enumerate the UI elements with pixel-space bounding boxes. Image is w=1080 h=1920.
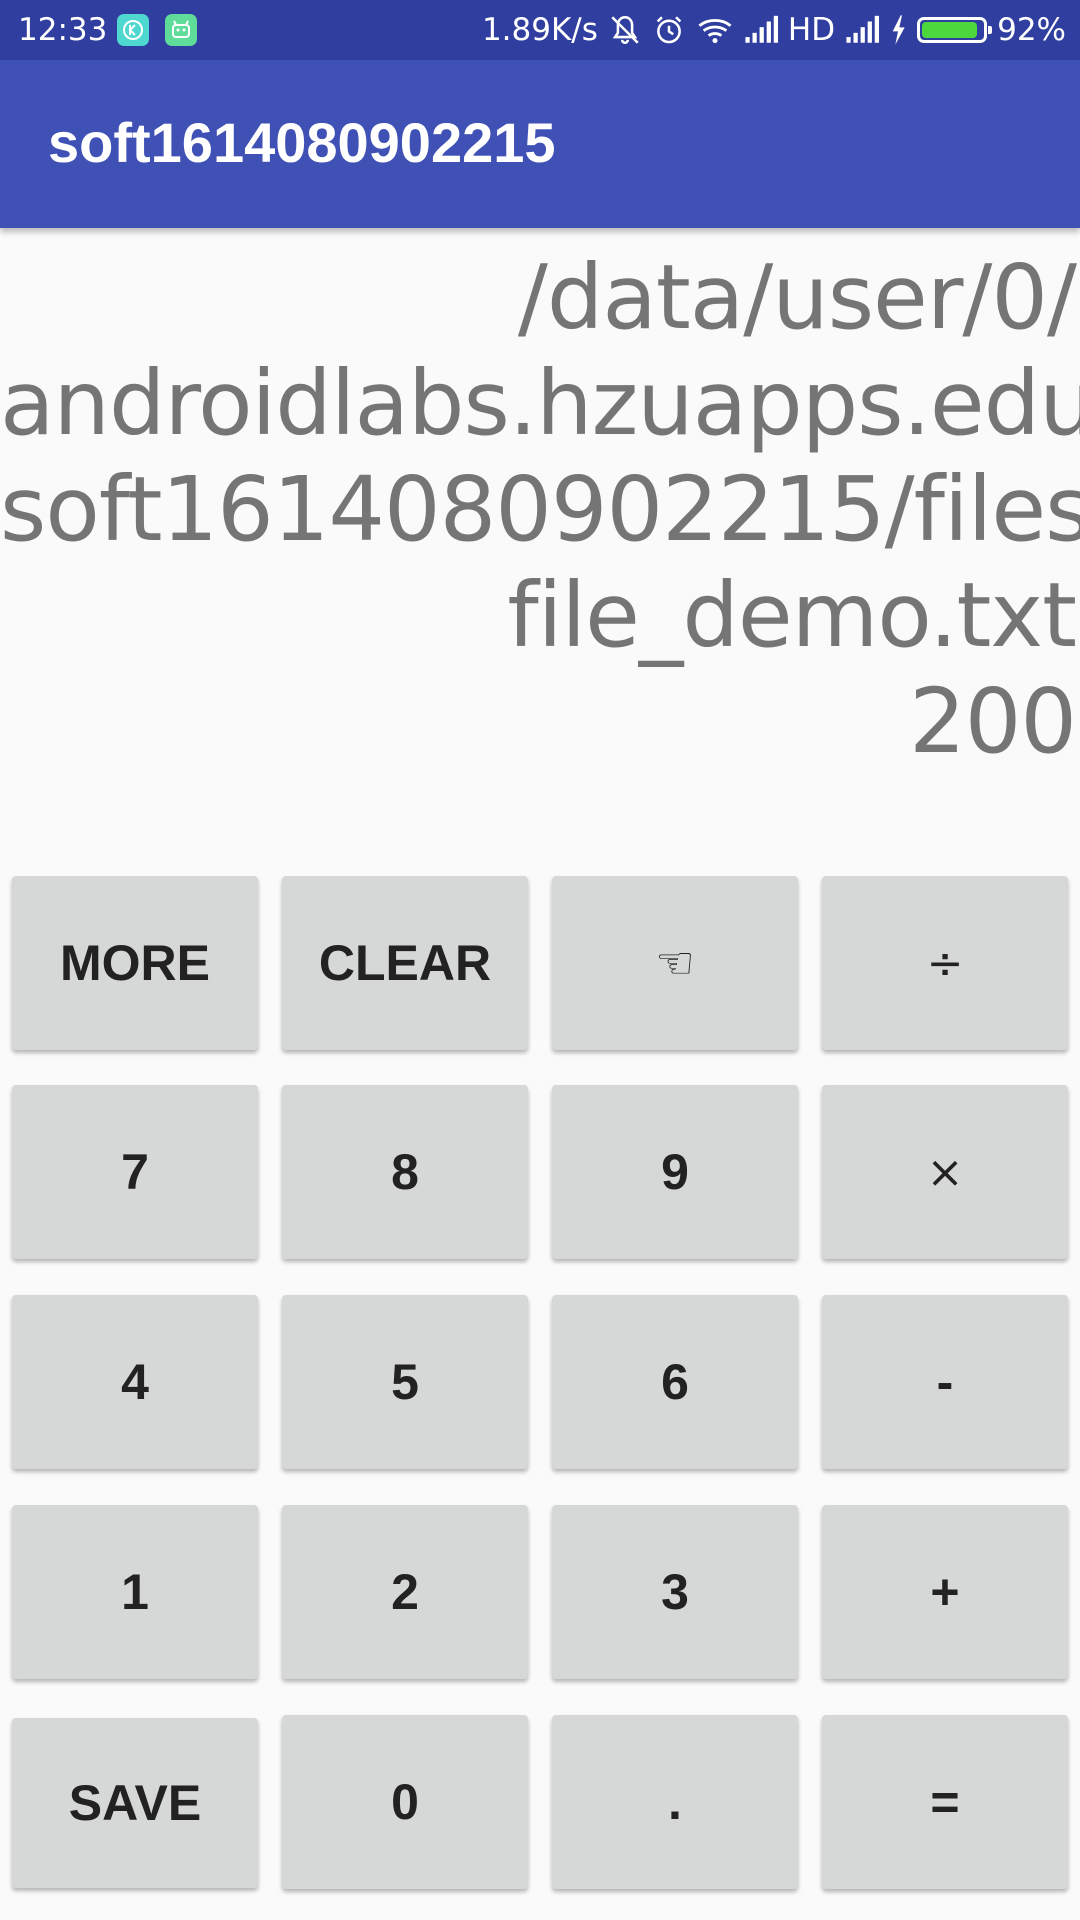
- add-button[interactable]: +: [822, 1505, 1068, 1679]
- digit-8-button[interactable]: 8: [282, 1085, 528, 1259]
- battery-icon: [917, 17, 993, 43]
- digit-9-button[interactable]: 9: [552, 1085, 798, 1259]
- calculator-display: /data/user/0/ androidlabs.hzuapps.edu. s…: [0, 244, 1080, 774]
- display-line: /data/user/0/: [517, 245, 1077, 349]
- more-button[interactable]: MORE: [12, 876, 258, 1050]
- multiply-label: ×: [926, 1146, 964, 1198]
- display-line: soft1614080902215/files/: [0, 457, 1080, 561]
- battery-level-fill: [922, 22, 977, 38]
- wifi-icon: [698, 19, 732, 44]
- k-app-icon: [117, 14, 149, 46]
- display-line: androidlabs.hzuapps.edu.: [0, 351, 1080, 455]
- status-indicators: 1.89K/s HD 92%: [482, 10, 1066, 50]
- network-type: HD: [787, 12, 836, 48]
- charging-icon: [892, 15, 905, 45]
- digit-2-button[interactable]: 2: [282, 1505, 528, 1679]
- battery-percent: 92%: [997, 12, 1066, 48]
- digit-4-button[interactable]: 4: [12, 1295, 258, 1469]
- equals-button[interactable]: =: [822, 1715, 1068, 1889]
- clear-button[interactable]: CLEAR: [282, 876, 528, 1050]
- divide-button[interactable]: ÷: [822, 876, 1068, 1050]
- divide-label: ÷: [926, 937, 964, 989]
- signal-icon: [846, 15, 880, 43]
- status-time: 12:33: [18, 12, 108, 48]
- digit-3-button[interactable]: 3: [552, 1505, 798, 1679]
- display-result: 200: [909, 669, 1077, 773]
- display-line: file_demo.txt: [507, 563, 1077, 667]
- save-button[interactable]: SAVE: [12, 1718, 258, 1888]
- digit-0-button[interactable]: 0: [282, 1715, 528, 1889]
- multiply-button[interactable]: ×: [822, 1085, 1068, 1259]
- digit-7-button[interactable]: 7: [12, 1085, 258, 1259]
- app-title: soft1614080902215: [48, 111, 556, 174]
- subtract-button[interactable]: -: [822, 1295, 1068, 1469]
- pointing-hand-icon: ☜: [655, 937, 695, 989]
- mute-bell-icon: [611, 15, 639, 44]
- signal-icon: [745, 15, 778, 43]
- digit-6-button[interactable]: 6: [552, 1295, 798, 1469]
- network-speed: 1.89K/s: [481, 12, 598, 48]
- status-bar: 12:33 1.89K/s HD 92%: [0, 0, 1080, 60]
- backspace-button[interactable]: ☜: [552, 876, 798, 1050]
- alarm-icon: [656, 16, 682, 44]
- decimal-point-button[interactable]: .: [552, 1715, 798, 1889]
- digit-1-button[interactable]: 1: [12, 1505, 258, 1679]
- app-bar: soft1614080902215: [0, 60, 1080, 228]
- android-app-icon: [165, 14, 197, 46]
- digit-5-button[interactable]: 5: [282, 1295, 528, 1469]
